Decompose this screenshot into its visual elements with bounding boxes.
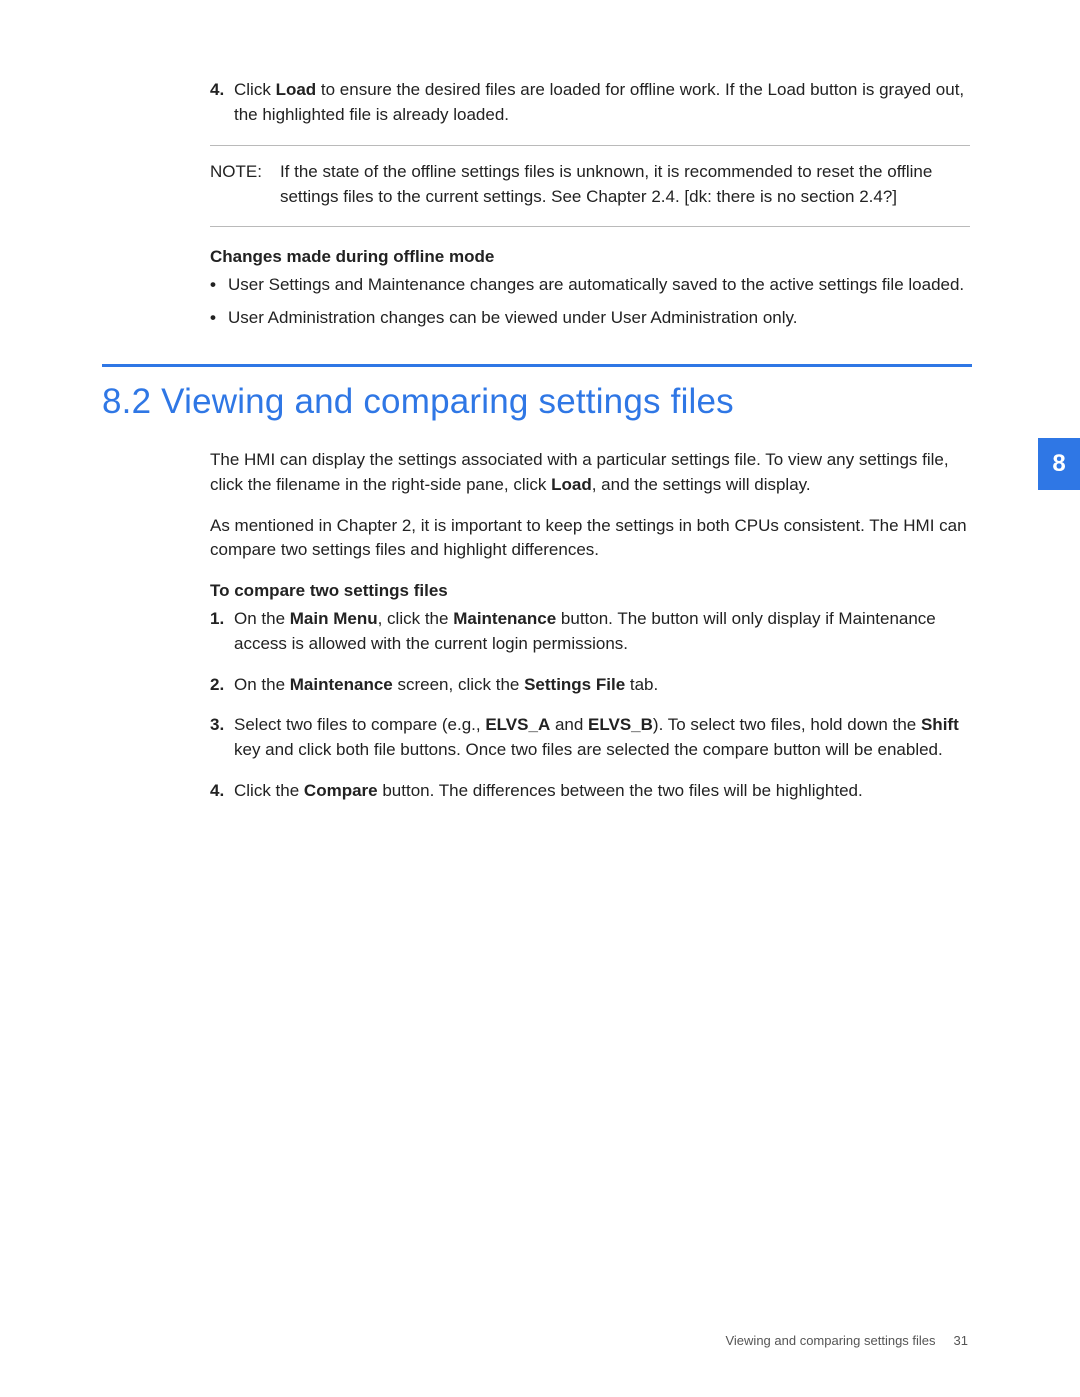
footer-page-number: 31	[954, 1332, 968, 1351]
text: ). To select two files, hold down the	[653, 715, 921, 734]
compare-step-2: 2. On the Maintenance screen, click the …	[210, 673, 970, 698]
bullet-text: User Settings and Maintenance changes ar…	[228, 273, 970, 298]
bold-main-menu: Main Menu	[290, 609, 378, 628]
bold-elvs-a: ELVS_A	[485, 715, 550, 734]
bullet-item: • User Administration changes can be vie…	[210, 306, 970, 331]
list-item-body: On the Maintenance screen, click the Set…	[234, 673, 970, 698]
footer-section-title: Viewing and comparing settings files	[725, 1332, 935, 1351]
list-number: 4.	[210, 779, 234, 804]
rule-below-note	[210, 226, 970, 227]
subheading-compare: To compare two settings files	[210, 579, 970, 604]
bullet-text: User Administration changes can be viewe…	[228, 306, 970, 331]
note-block: NOTE: If the state of the offline settin…	[210, 160, 970, 209]
list-number: 2.	[210, 673, 234, 698]
bold-maintenance: Maintenance	[290, 675, 393, 694]
compare-step-1: 1. On the Main Menu, click the Maintenan…	[210, 607, 970, 656]
text: On the	[234, 609, 290, 628]
list-item-body: On the Main Menu, click the Maintenance …	[234, 607, 970, 656]
list-number: 3.	[210, 713, 234, 762]
section-heading-8-2: 8.2 Viewing and comparing settings files	[102, 377, 1080, 428]
bold-shift: Shift	[921, 715, 959, 734]
list-item-body: Click Load to ensure the desired files a…	[234, 78, 970, 127]
intro-p1: The HMI can display the settings associa…	[210, 448, 970, 497]
text: screen, click the	[393, 675, 524, 694]
list-number: 4.	[210, 78, 234, 127]
chapter-tab: 8	[1038, 438, 1080, 490]
rule-above-note	[210, 145, 970, 146]
text-pre: Click	[234, 80, 276, 99]
text: Select two files to compare (e.g.,	[234, 715, 485, 734]
list-number: 1.	[210, 607, 234, 656]
bold-maintenance: Maintenance	[453, 609, 556, 628]
compare-step-3: 3. Select two files to compare (e.g., EL…	[210, 713, 970, 762]
bullet-item: • User Settings and Maintenance changes …	[210, 273, 970, 298]
text: and	[550, 715, 588, 734]
list-item-body: Click the Compare button. The difference…	[234, 779, 970, 804]
intro-p2: As mentioned in Chapter 2, it is importa…	[210, 514, 970, 563]
bold-elvs-b: ELVS_B	[588, 715, 653, 734]
compare-step-4: 4. Click the Compare button. The differe…	[210, 779, 970, 804]
note-label: NOTE:	[210, 160, 262, 209]
text: button. The differences between the two …	[378, 781, 863, 800]
section-top-rule	[102, 364, 972, 367]
bullet-icon: •	[210, 273, 228, 298]
list-item-4: 4. Click Load to ensure the desired file…	[210, 78, 970, 127]
text: On the	[234, 675, 290, 694]
text-post: to ensure the desired files are loaded f…	[234, 80, 964, 124]
bold-compare: Compare	[304, 781, 378, 800]
bold-load: Load	[551, 475, 592, 494]
note-text: If the state of the offline settings fil…	[280, 160, 970, 209]
page-footer: Viewing and comparing settings files 31	[725, 1332, 968, 1351]
bullet-icon: •	[210, 306, 228, 331]
bold-settings-file: Settings File	[524, 675, 625, 694]
text: tab.	[625, 675, 658, 694]
subheading-changes: Changes made during offline mode	[210, 245, 970, 270]
text: , click the	[378, 609, 454, 628]
list-item-body: Select two files to compare (e.g., ELVS_…	[234, 713, 970, 762]
text: Click the	[234, 781, 304, 800]
bold-load: Load	[276, 80, 317, 99]
text: , and the settings will display.	[592, 475, 811, 494]
text: key and click both file buttons. Once tw…	[234, 740, 943, 759]
